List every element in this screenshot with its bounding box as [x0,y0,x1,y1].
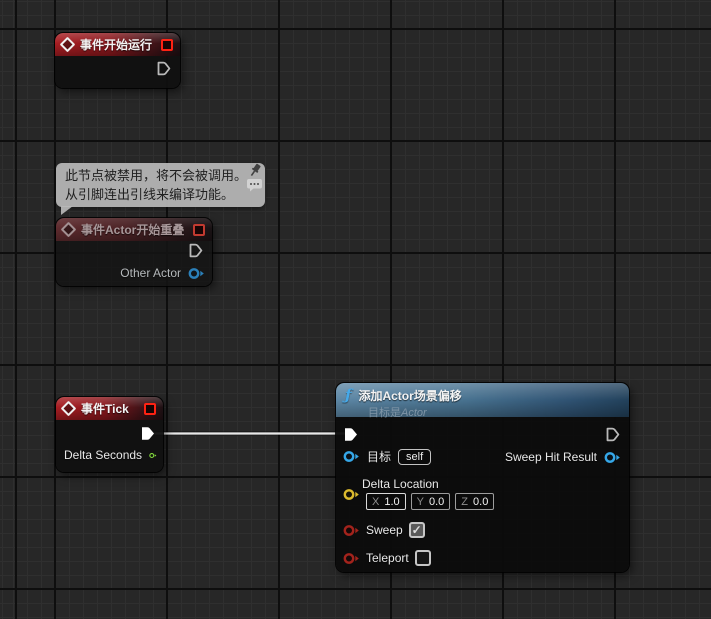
z-axis-value: 0.0 [473,496,488,508]
node-add-actor-world-offset[interactable]: ƒ 添加Actor场景偏移 目标是Actor 目标 self [336,383,629,572]
comment-bubble-tail [61,206,73,215]
pin-label-sweep: Sweep [366,523,403,537]
z-axis-label: Z [461,496,468,508]
node-header[interactable]: 事件Actor开始重叠 [56,218,212,241]
delta-location-values-row: X 1.0 Y 0.0 Z 0.0 [366,493,494,510]
exec-out-row [188,242,204,259]
exec-out-row [605,426,621,443]
pushpin-icon[interactable] [250,163,263,178]
node-title: 事件开始运行 [80,36,152,53]
pin-label-other-actor: Other Actor [120,266,181,280]
y-axis-value: 0.0 [429,496,444,508]
pin-label-teleport: Teleport [366,551,409,565]
teleport-checkbox-unchecked[interactable] [415,550,431,566]
event-diamond-icon [60,37,76,53]
sweep-row: Sweep ✓ [343,522,425,538]
exec-output-pin[interactable] [188,242,204,259]
delta-location-label-row: Delta Location [362,477,439,491]
y-value-field[interactable]: Y 0.0 [411,493,451,510]
target-pin[interactable] [343,450,360,463]
comment-line-2: 从引脚连出引线来编译功能。 [65,185,256,204]
event-indicator-icon [144,403,156,415]
delta-seconds-row: Delta Seconds [64,448,157,462]
exec-in-row [343,426,359,443]
node-comment-bubble: 此节点被禁用，将不会被调用。 从引脚连出引线来编译功能。 [56,163,265,207]
pin-label-delta-location: Delta Location [362,477,439,491]
other-actor-row: Other Actor [66,266,205,280]
node-header[interactable]: 事件开始运行 [55,33,180,56]
node-header[interactable]: 事件Tick [56,397,163,420]
exec-output-pin[interactable] [605,426,621,443]
node-subtitle: 目标是Actor [368,404,620,420]
delta-location-pin[interactable] [343,488,360,501]
event-indicator-icon [193,224,205,236]
node-event-tick[interactable]: 事件Tick Delta Seconds [56,397,163,472]
node-title: 事件Tick [81,400,129,417]
pin-label-sweep-hit-result: Sweep Hit Result [505,450,597,464]
function-icon: ƒ [345,386,351,404]
exec-output-pin-connected[interactable] [140,425,156,442]
event-indicator-icon [161,39,173,51]
delta-location-pin-row [343,488,360,501]
sweep-checkbox-checked[interactable]: ✓ [409,522,425,538]
teleport-row: Teleport [343,550,431,566]
event-diamond-icon [61,222,77,238]
node-event-beginplay[interactable]: 事件开始运行 [55,33,180,88]
target-self-value[interactable]: self [398,449,431,465]
node-header[interactable]: ƒ 添加Actor场景偏移 目标是Actor [336,383,629,417]
exec-out-row [140,425,156,442]
comment-line-1: 此节点被禁用，将不会被调用。 [65,166,256,185]
node-event-actorbeginoverlap[interactable]: 事件Actor开始重叠 Other Actor [56,218,212,286]
other-actor-pin[interactable] [188,267,205,280]
target-row: 目标 self [343,448,431,465]
exec-out-row [156,60,172,77]
teleport-pin[interactable] [343,552,360,565]
comment-bubble-icon[interactable] [246,178,264,192]
check-icon: ✓ [412,524,422,536]
node-title: 事件Actor开始重叠 [81,221,184,238]
y-axis-label: Y [417,496,424,508]
exec-output-pin[interactable] [156,60,172,77]
subtitle-prefix: 目标是 [368,407,401,419]
pin-label-target: 目标 [367,448,391,465]
x-value-field[interactable]: X 1.0 [366,493,406,510]
node-title: 添加Actor场景偏移 [358,387,461,404]
sweep-hit-result-row: Sweep Hit Result [505,450,621,464]
sweep-pin[interactable] [343,524,360,537]
sweep-hit-result-pin[interactable] [604,451,621,464]
blueprint-graph-canvas[interactable]: 事件开始运行 此节点被禁用，将不会被调用。 从引脚连出引线来编译功能。 事件 [0,0,711,619]
delta-seconds-pin[interactable] [149,449,157,462]
z-value-field[interactable]: Z 0.0 [455,493,494,510]
exec-input-pin-connected[interactable] [343,426,359,443]
event-diamond-icon [61,401,77,417]
x-axis-label: X [372,496,379,508]
x-axis-value: 1.0 [384,496,399,508]
subtitle-target-type: Actor [401,407,427,419]
pin-label-delta-seconds: Delta Seconds [64,448,142,462]
